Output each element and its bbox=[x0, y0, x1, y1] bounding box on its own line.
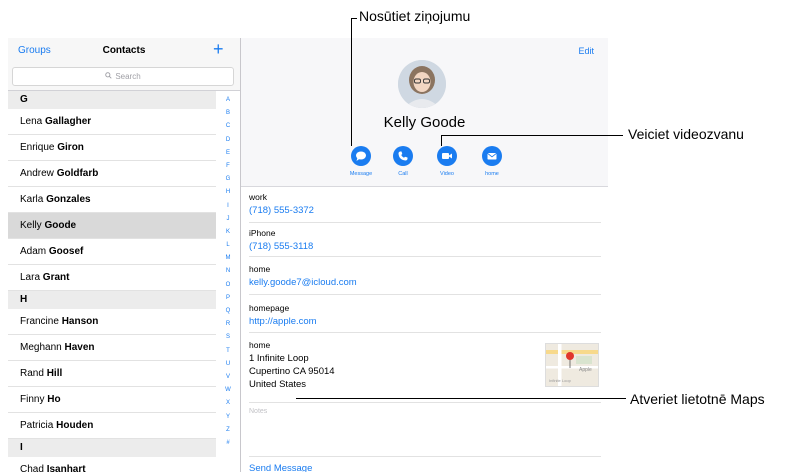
index-letter[interactable]: V bbox=[221, 371, 235, 384]
homepage-value[interactable]: http://apple.com bbox=[249, 316, 601, 327]
contact-detail: Edit Kelly Goode Message Call Video home… bbox=[241, 38, 608, 472]
contacts-list: G Lena Gallagher Enrique Giron Andrew Go… bbox=[8, 91, 216, 472]
homepage-field: homepage http://apple.com bbox=[249, 303, 601, 333]
contact-row[interactable]: Francine Hanson bbox=[8, 309, 216, 335]
contact-row[interactable]: Chad Isanhart bbox=[8, 457, 216, 472]
index-letter[interactable]: Q bbox=[221, 305, 235, 318]
email-value[interactable]: kelly.goode7@icloud.com bbox=[249, 277, 601, 288]
field-label: homepage bbox=[249, 303, 290, 313]
index-letter[interactable]: I bbox=[221, 200, 235, 213]
section-header-g: G bbox=[8, 91, 216, 109]
field-label: home bbox=[249, 264, 271, 274]
call-button[interactable]: Call bbox=[383, 146, 423, 177]
add-contact-button[interactable]: + bbox=[213, 39, 224, 59]
iphone-field: iPhone (718) 555-3118 bbox=[249, 228, 601, 257]
contact-row[interactable]: Finny Ho bbox=[8, 387, 216, 413]
iphone-value[interactable]: (718) 555-3118 bbox=[249, 241, 601, 252]
index-letter[interactable]: D bbox=[221, 134, 235, 147]
index-letter[interactable]: Y bbox=[221, 411, 235, 424]
index-letter[interactable]: E bbox=[221, 147, 235, 160]
avatar-photo-icon bbox=[398, 60, 446, 108]
index-letter[interactable]: B bbox=[221, 107, 235, 120]
index-letter[interactable]: U bbox=[221, 358, 235, 371]
map-poi-label: Apple bbox=[579, 367, 592, 373]
search-bar: Search bbox=[8, 64, 240, 91]
callout-line-message bbox=[351, 18, 352, 146]
mail-label: home bbox=[485, 171, 499, 177]
index-letter[interactable]: R bbox=[221, 318, 235, 331]
index-letter[interactable]: X bbox=[221, 397, 235, 410]
search-placeholder: Search bbox=[115, 72, 141, 81]
index-letter[interactable]: L bbox=[221, 239, 235, 252]
message-button[interactable]: Message bbox=[341, 146, 381, 177]
index-letter[interactable]: S bbox=[221, 331, 235, 344]
contact-row[interactable]: Lena Gallagher bbox=[8, 109, 216, 135]
contact-row[interactable]: Enrique Giron bbox=[8, 135, 216, 161]
contacts-nav-bar: Groups Contacts + bbox=[8, 38, 240, 64]
callout-line-maps bbox=[296, 398, 626, 399]
contact-row[interactable]: Rand Hill bbox=[8, 361, 216, 387]
callout-video: Veiciet videozvanu bbox=[628, 126, 744, 142]
contacts-title: Contacts bbox=[102, 45, 146, 56]
callout-maps: Atveriet lietotnē Maps bbox=[630, 391, 765, 407]
video-button[interactable]: Video bbox=[427, 146, 467, 177]
index-letter[interactable]: M bbox=[221, 252, 235, 265]
contact-row[interactable]: Lara Grant bbox=[8, 265, 216, 291]
call-label: Call bbox=[398, 171, 408, 177]
index-letter[interactable]: # bbox=[221, 437, 235, 450]
message-label: Message bbox=[349, 171, 373, 177]
divider bbox=[249, 456, 601, 457]
ipad-screen: Groups Contacts + Search G Lena Gallaghe… bbox=[8, 38, 608, 472]
search-input[interactable]: Search bbox=[12, 67, 234, 86]
work-phone-value[interactable]: (718) 555-3372 bbox=[249, 205, 601, 216]
index-letter[interactable]: N bbox=[221, 265, 235, 278]
email-field: home kelly.goode7@icloud.com bbox=[249, 264, 601, 295]
alphabet-index[interactable]: A B C D E F G H I J K L M N O P Q R S T … bbox=[221, 94, 235, 450]
notes-field[interactable]: Notes bbox=[249, 408, 267, 415]
section-header-h: H bbox=[8, 291, 216, 309]
index-letter[interactable]: G bbox=[221, 173, 235, 186]
index-letter[interactable]: C bbox=[221, 120, 235, 133]
edit-button[interactable]: Edit bbox=[578, 46, 594, 56]
index-letter[interactable]: J bbox=[221, 213, 235, 226]
field-label: work bbox=[249, 192, 267, 202]
index-letter[interactable]: F bbox=[221, 160, 235, 173]
contact-row[interactable]: Andrew Goldfarb bbox=[8, 161, 216, 187]
callout-message: Nosūtiet ziņojumu bbox=[359, 8, 471, 24]
video-label: Video bbox=[440, 171, 454, 177]
envelope-icon bbox=[482, 146, 502, 166]
contact-row[interactable]: Patricia Houden bbox=[8, 413, 216, 439]
index-letter[interactable]: A bbox=[221, 94, 235, 107]
index-letter[interactable]: H bbox=[221, 186, 235, 199]
phone-icon bbox=[393, 146, 413, 166]
index-letter[interactable]: K bbox=[221, 226, 235, 239]
contact-row-selected[interactable]: Kelly Goode bbox=[8, 213, 216, 239]
contact-row[interactable]: Karla Gonzales bbox=[8, 187, 216, 213]
index-letter[interactable]: P bbox=[221, 292, 235, 305]
map-thumbnail[interactable]: Apple Infinite Loop bbox=[545, 343, 599, 387]
index-letter[interactable]: O bbox=[221, 279, 235, 292]
search-icon bbox=[105, 72, 112, 80]
contacts-sidebar: Groups Contacts + Search G Lena Gallaghe… bbox=[8, 38, 241, 472]
callout-line-video bbox=[441, 135, 623, 136]
video-camera-icon bbox=[437, 146, 457, 166]
index-letter[interactable]: T bbox=[221, 345, 235, 358]
callout-line-message-tick bbox=[351, 18, 357, 19]
avatar bbox=[398, 60, 446, 108]
message-bubble-icon bbox=[351, 146, 371, 166]
contact-header: Edit Kelly Goode Message Call Video home bbox=[241, 38, 608, 187]
field-label: iPhone bbox=[249, 228, 276, 238]
mail-button[interactable]: home bbox=[472, 146, 512, 177]
callout-line-video-drop bbox=[441, 135, 442, 146]
send-message-link[interactable]: Send Message bbox=[249, 463, 312, 472]
index-letter[interactable]: Z bbox=[221, 424, 235, 437]
index-letter[interactable]: W bbox=[221, 384, 235, 397]
contact-row[interactable]: Meghann Haven bbox=[8, 335, 216, 361]
section-header-i: I bbox=[8, 439, 216, 457]
map-street-label: Infinite Loop bbox=[549, 378, 571, 383]
contact-row[interactable]: Adam Goosef bbox=[8, 239, 216, 265]
work-phone-field: work (718) 555-3372 bbox=[249, 192, 601, 223]
contact-name: Kelly Goode bbox=[383, 114, 466, 131]
